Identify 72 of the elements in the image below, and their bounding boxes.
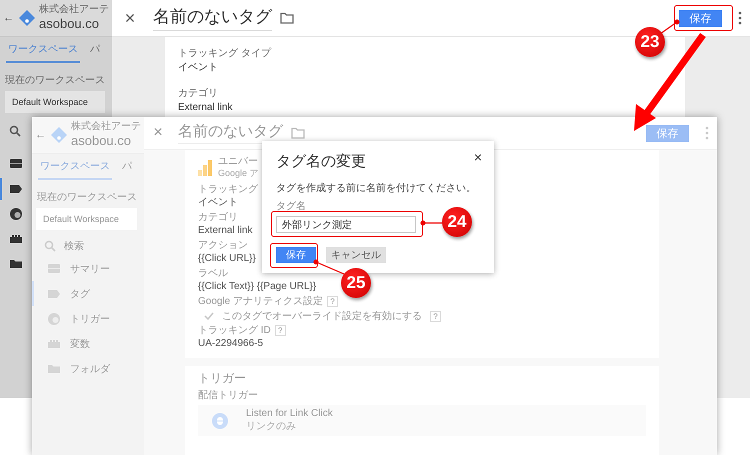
trigger-item[interactable]: Listen for Link Click リンクのみ — [198, 405, 646, 436]
container-name: asobou.co — [39, 16, 100, 32]
nav-item[interactable]: サマリー — [32, 256, 144, 281]
account-name: 株式会社アーテ — [39, 4, 109, 16]
mouse-icon — [212, 412, 228, 428]
field-value: イベント — [198, 196, 238, 209]
tag-name-field[interactable]: 外部リンク測定 — [276, 216, 416, 233]
leader-line — [420, 220, 443, 226]
back-arrow[interactable]: ← — [3, 12, 15, 24]
save-button[interactable]: 保存 — [679, 10, 722, 26]
field-label: Google アナリティクス設定 — [198, 295, 324, 308]
field-value: External link — [198, 224, 252, 237]
tray-icon — [47, 262, 61, 276]
trigger-label: 配信トリガー — [198, 389, 258, 402]
cancel-button[interactable]: キャンセル — [326, 247, 386, 263]
workspace-tab[interactable]: ワークスペース — [6, 37, 80, 63]
field-label: カテゴリ — [178, 87, 218, 101]
nav-item[interactable]: フォルダ — [32, 356, 144, 381]
search-icon — [44, 240, 56, 252]
trigger-title: トリガー — [198, 370, 246, 387]
leader-line — [314, 260, 344, 275]
field-value: イベント — [178, 61, 218, 75]
account-name: 株式会社アーテ — [71, 121, 141, 133]
field-value: External link — [178, 101, 232, 115]
close-button[interactable]: × — [148, 124, 168, 142]
workspace-tab[interactable]: ワークスペース — [38, 154, 112, 180]
workspace-label: 現在のワークスペース — [36, 191, 138, 204]
nav-item[interactable]: トリガー — [32, 306, 144, 331]
dialog-message: タグを作成する前に名前を付けてください。 — [276, 182, 476, 195]
search-icon — [9, 125, 21, 137]
search-field[interactable]: 検索 — [64, 240, 114, 252]
workspace-tab[interactable]: パ — [120, 154, 134, 180]
close-button[interactable]: × — [120, 8, 140, 28]
highlight-frame — [674, 5, 733, 31]
tag-type-name: ユニバー — [218, 156, 259, 168]
checkbox[interactable] — [204, 311, 214, 321]
container-name: asobou.co — [71, 133, 132, 149]
workspace-tab[interactable]: パ — [88, 37, 102, 63]
leader-line — [660, 20, 680, 34]
field-value: {{Click Text}} {{Page URL}} — [198, 280, 316, 293]
workspace-label: 現在のワークスペース — [4, 74, 106, 87]
tag-title[interactable]: 名前のないタグ — [153, 5, 272, 31]
tag-type-subtitle: Google ア — [218, 168, 259, 179]
more-icon — [738, 11, 742, 25]
workspace-selector[interactable]: Default Workspace — [36, 208, 137, 230]
nav-item[interactable]: 変数 — [32, 331, 144, 356]
field-label: カテゴリ — [198, 211, 238, 224]
close-button[interactable]: × — [474, 149, 482, 165]
folder-icon — [280, 12, 294, 24]
help-icon[interactable]: ? — [274, 325, 286, 336]
save-button[interactable]: 保存 — [276, 247, 316, 263]
tag-icon — [9, 182, 23, 196]
workspace-selector[interactable]: Default Workspace — [5, 91, 105, 113]
dialog-title: タグ名の変更 — [276, 152, 366, 171]
checkbox-label: このタグでオーバーライド設定を有効にする — [222, 310, 422, 323]
back-arrow[interactable]: ← — [35, 129, 47, 141]
field-label: アクション — [198, 239, 248, 252]
folder-icon — [291, 127, 305, 139]
field-label: タグ名 — [276, 201, 306, 212]
bar-chart-icon — [198, 160, 212, 176]
diamond-logo-icon — [18, 9, 36, 27]
more-icon — [705, 126, 709, 140]
help-icon[interactable]: ? — [430, 310, 441, 322]
diamond-logo-icon — [50, 126, 68, 144]
help-icon[interactable]: ? — [327, 296, 338, 307]
field-label: トラッキング タイプ — [178, 47, 271, 61]
field-label: ラベル — [198, 267, 228, 280]
circle-icon — [47, 312, 61, 326]
field-value: {{Click URL}} — [198, 252, 256, 265]
field-label: トラッキング ID — [198, 324, 271, 337]
field-label: トラッキング — [198, 183, 258, 196]
field-value: UA-2294966-5 — [198, 337, 264, 350]
